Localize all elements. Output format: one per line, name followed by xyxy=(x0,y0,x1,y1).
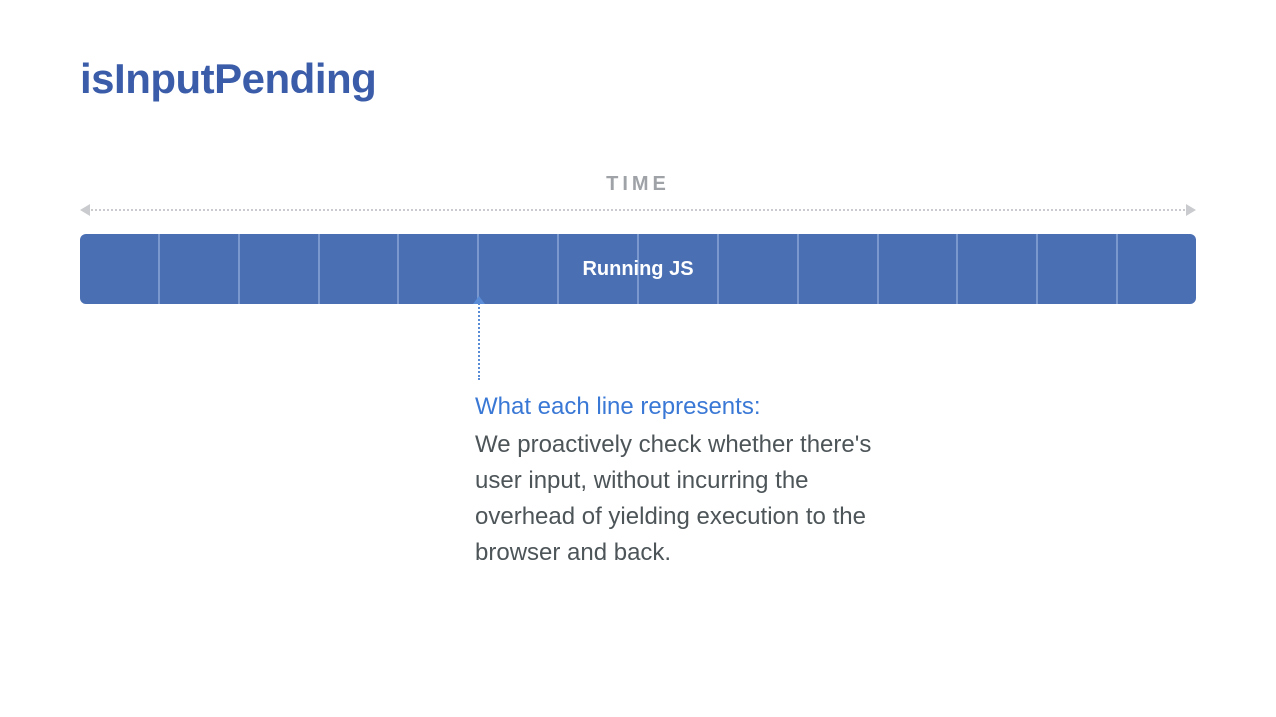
check-divider xyxy=(160,234,240,304)
check-divider xyxy=(799,234,879,304)
running-js-label: Running JS xyxy=(582,258,693,281)
check-divider xyxy=(399,234,479,304)
check-divider xyxy=(320,234,400,304)
check-divider xyxy=(958,234,1038,304)
time-axis xyxy=(80,204,1196,216)
annotation-block: What each line represents: We proactivel… xyxy=(475,389,895,571)
check-divider xyxy=(719,234,799,304)
time-axis-label: TIME xyxy=(80,173,1196,196)
check-divider xyxy=(1118,234,1196,304)
timeline: Running JS What each line represents: We… xyxy=(80,204,1196,304)
check-divider xyxy=(879,234,959,304)
annotation-heading: What each line represents: xyxy=(475,389,895,425)
page-title: isInputPending xyxy=(80,55,1196,103)
axis-line xyxy=(88,209,1188,211)
check-divider xyxy=(479,234,559,304)
check-divider xyxy=(240,234,320,304)
annotation-body: We proactively check whether there's use… xyxy=(475,431,871,566)
running-js-bar: Running JS xyxy=(80,234,1196,304)
check-divider xyxy=(80,234,160,304)
check-divider xyxy=(1038,234,1118,304)
pointer-line xyxy=(478,300,480,380)
arrow-right-icon xyxy=(1186,204,1196,216)
